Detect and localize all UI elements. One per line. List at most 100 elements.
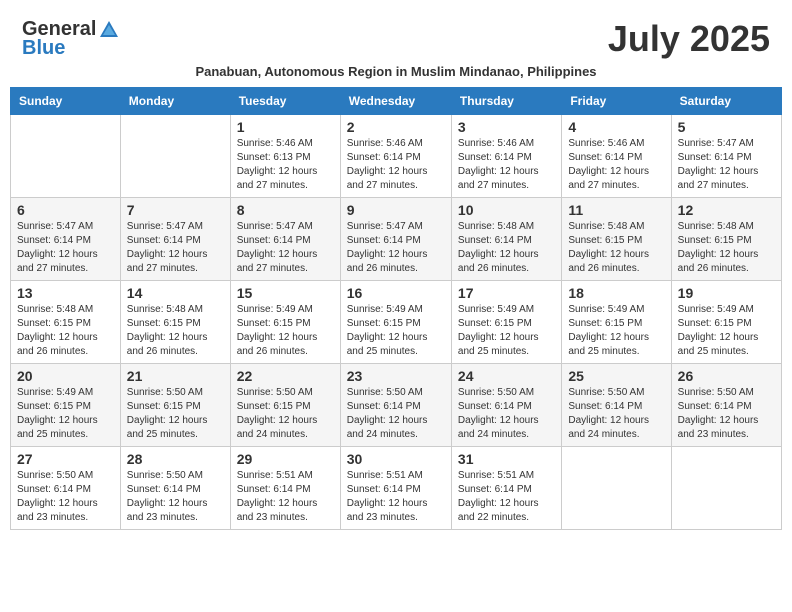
calendar-cell: 25 Sunrise: 5:50 AM Sunset: 6:14 PM Dayli… (562, 364, 671, 447)
day-info: Sunrise: 5:51 AM Sunset: 6:14 PM Dayligh… (458, 469, 555, 525)
calendar-cell: 28 Sunrise: 5:50 AM Sunset: 6:14 PM Dayli… (120, 447, 230, 530)
day-number: 28 (127, 451, 224, 467)
day-info: Sunrise: 5:51 AM Sunset: 6:14 PM Dayligh… (237, 469, 334, 525)
day-info: Sunrise: 5:46 AM Sunset: 6:14 PM Dayligh… (347, 137, 445, 193)
day-info: Sunrise: 5:47 AM Sunset: 6:14 PM Dayligh… (17, 220, 114, 276)
calendar-cell: 22 Sunrise: 5:50 AM Sunset: 6:15 PM Dayli… (230, 364, 340, 447)
calendar-subtitle: Panabuan, Autonomous Region in Muslim Mi… (10, 64, 782, 79)
day-info: Sunrise: 5:49 AM Sunset: 6:15 PM Dayligh… (678, 303, 775, 359)
day-number: 2 (347, 119, 445, 135)
calendar-cell: 6 Sunrise: 5:47 AM Sunset: 6:14 PM Daylig… (11, 198, 121, 281)
page-header: General Blue July 2025 (10, 10, 782, 64)
day-info: Sunrise: 5:50 AM Sunset: 6:14 PM Dayligh… (347, 386, 445, 442)
logo-icon (98, 19, 120, 41)
calendar-cell (562, 447, 671, 530)
day-number: 31 (458, 451, 555, 467)
column-header-monday: Monday (120, 88, 230, 115)
day-number: 13 (17, 285, 114, 301)
calendar-cell (671, 447, 781, 530)
day-info: Sunrise: 5:48 AM Sunset: 6:15 PM Dayligh… (127, 303, 224, 359)
day-number: 6 (17, 202, 114, 218)
day-number: 11 (568, 202, 664, 218)
day-number: 3 (458, 119, 555, 135)
calendar-cell: 3 Sunrise: 5:46 AM Sunset: 6:14 PM Daylig… (451, 115, 561, 198)
day-number: 5 (678, 119, 775, 135)
day-number: 25 (568, 368, 664, 384)
day-number: 20 (17, 368, 114, 384)
day-number: 16 (347, 285, 445, 301)
calendar-cell: 14 Sunrise: 5:48 AM Sunset: 6:15 PM Dayli… (120, 281, 230, 364)
day-number: 15 (237, 285, 334, 301)
calendar-cell (120, 115, 230, 198)
calendar-cell: 20 Sunrise: 5:49 AM Sunset: 6:15 PM Dayli… (11, 364, 121, 447)
day-info: Sunrise: 5:46 AM Sunset: 6:14 PM Dayligh… (458, 137, 555, 193)
logo: General Blue (22, 18, 120, 60)
calendar-cell: 15 Sunrise: 5:49 AM Sunset: 6:15 PM Dayli… (230, 281, 340, 364)
day-number: 9 (347, 202, 445, 218)
day-number: 14 (127, 285, 224, 301)
day-number: 30 (347, 451, 445, 467)
calendar-cell: 1 Sunrise: 5:46 AM Sunset: 6:13 PM Daylig… (230, 115, 340, 198)
column-header-tuesday: Tuesday (230, 88, 340, 115)
calendar-cell: 17 Sunrise: 5:49 AM Sunset: 6:15 PM Dayli… (451, 281, 561, 364)
calendar-cell: 8Sunrise: 5:47 AM Sunset: 6:14 PM Daylig… (230, 198, 340, 281)
day-info: Sunrise: 5:50 AM Sunset: 6:14 PM Dayligh… (568, 386, 664, 442)
day-info: Sunrise: 5:47 AM Sunset: 6:14 PM Dayligh… (347, 220, 445, 276)
day-number: 17 (458, 285, 555, 301)
calendar-cell: 30 Sunrise: 5:51 AM Sunset: 6:14 PM Dayli… (340, 447, 451, 530)
day-number: 10 (458, 202, 555, 218)
column-header-sunday: Sunday (11, 88, 121, 115)
calendar-cell: 19 Sunrise: 5:49 AM Sunset: 6:15 PM Dayli… (671, 281, 781, 364)
calendar-cell: 4Sunrise: 5:46 AM Sunset: 6:14 PM Daylig… (562, 115, 671, 198)
column-header-wednesday: Wednesday (340, 88, 451, 115)
day-number: 23 (347, 368, 445, 384)
calendar-cell: 16 Sunrise: 5:49 AM Sunset: 6:15 PM Dayli… (340, 281, 451, 364)
day-number: 27 (17, 451, 114, 467)
day-number: 1 (237, 119, 334, 135)
day-number: 19 (678, 285, 775, 301)
day-number: 18 (568, 285, 664, 301)
day-info: Sunrise: 5:50 AM Sunset: 6:15 PM Dayligh… (237, 386, 334, 442)
calendar-cell: 18 Sunrise: 5:49 AM Sunset: 6:15 PM Dayli… (562, 281, 671, 364)
day-info: Sunrise: 5:48 AM Sunset: 6:15 PM Dayligh… (568, 220, 664, 276)
day-info: Sunrise: 5:49 AM Sunset: 6:15 PM Dayligh… (237, 303, 334, 359)
day-number: 7 (127, 202, 224, 218)
calendar-cell: 27 Sunrise: 5:50 AM Sunset: 6:14 PM Dayli… (11, 447, 121, 530)
calendar-cell: 11 Sunrise: 5:48 AM Sunset: 6:15 PM Dayli… (562, 198, 671, 281)
day-info: Sunrise: 5:51 AM Sunset: 6:14 PM Dayligh… (347, 469, 445, 525)
day-number: 21 (127, 368, 224, 384)
day-info: Sunrise: 5:50 AM Sunset: 6:14 PM Dayligh… (127, 469, 224, 525)
column-header-friday: Friday (562, 88, 671, 115)
day-info: Sunrise: 5:48 AM Sunset: 6:15 PM Dayligh… (17, 303, 114, 359)
column-header-thursday: Thursday (451, 88, 561, 115)
day-number: 8 (237, 202, 334, 218)
day-info: Sunrise: 5:50 AM Sunset: 6:14 PM Dayligh… (458, 386, 555, 442)
logo-blue: Blue (22, 37, 65, 60)
day-info: Sunrise: 5:49 AM Sunset: 6:15 PM Dayligh… (347, 303, 445, 359)
day-info: Sunrise: 5:49 AM Sunset: 6:15 PM Dayligh… (17, 386, 114, 442)
calendar-cell: 24 Sunrise: 5:50 AM Sunset: 6:14 PM Dayli… (451, 364, 561, 447)
day-number: 29 (237, 451, 334, 467)
day-number: 12 (678, 202, 775, 218)
day-info: Sunrise: 5:49 AM Sunset: 6:15 PM Dayligh… (458, 303, 555, 359)
day-number: 26 (678, 368, 775, 384)
calendar-cell (11, 115, 121, 198)
calendar-cell: 21 Sunrise: 5:50 AM Sunset: 6:15 PM Dayli… (120, 364, 230, 447)
day-info: Sunrise: 5:46 AM Sunset: 6:13 PM Dayligh… (237, 137, 334, 193)
day-info: Sunrise: 5:49 AM Sunset: 6:15 PM Dayligh… (568, 303, 664, 359)
calendar-cell: 29 Sunrise: 5:51 AM Sunset: 6:14 PM Dayli… (230, 447, 340, 530)
calendar-cell: 31 Sunrise: 5:51 AM Sunset: 6:14 PM Dayli… (451, 447, 561, 530)
calendar-table: SundayMondayTuesdayWednesdayThursdayFrid… (10, 87, 782, 530)
calendar-cell: 10Sunrise: 5:48 AM Sunset: 6:14 PM Dayli… (451, 198, 561, 281)
calendar-cell: 13 Sunrise: 5:48 AM Sunset: 6:15 PM Dayli… (11, 281, 121, 364)
calendar-cell: 23 Sunrise: 5:50 AM Sunset: 6:14 PM Dayli… (340, 364, 451, 447)
calendar-cell: 7 Sunrise: 5:47 AM Sunset: 6:14 PM Daylig… (120, 198, 230, 281)
column-header-saturday: Saturday (671, 88, 781, 115)
day-number: 24 (458, 368, 555, 384)
calendar-cell: 5Sunrise: 5:47 AM Sunset: 6:14 PM Daylig… (671, 115, 781, 198)
day-info: Sunrise: 5:50 AM Sunset: 6:14 PM Dayligh… (17, 469, 114, 525)
calendar-cell: 26Sunrise: 5:50 AM Sunset: 6:14 PM Dayli… (671, 364, 781, 447)
day-info: Sunrise: 5:47 AM Sunset: 6:14 PM Dayligh… (127, 220, 224, 276)
day-info: Sunrise: 5:50 AM Sunset: 6:15 PM Dayligh… (127, 386, 224, 442)
day-number: 22 (237, 368, 334, 384)
